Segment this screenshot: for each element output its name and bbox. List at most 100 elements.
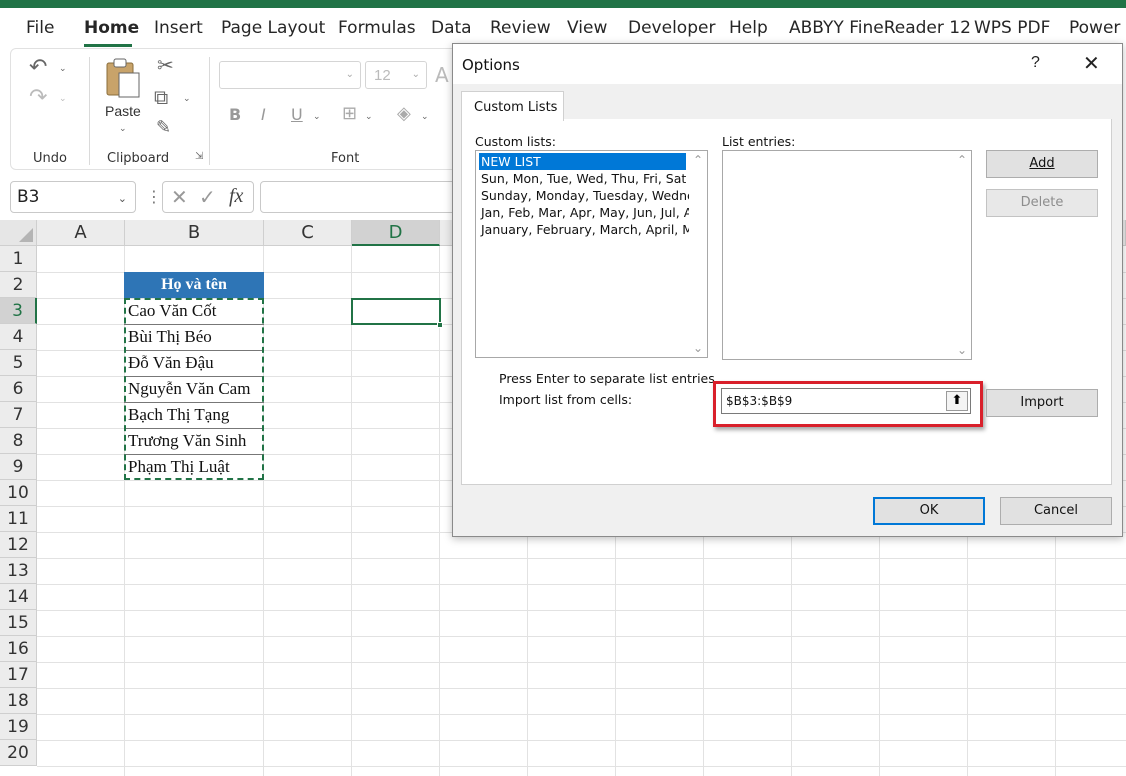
- add-button[interactable]: Add: [986, 150, 1098, 178]
- font-size-box[interactable]: 12 ⌄: [365, 61, 427, 89]
- copy-icon[interactable]: ⧉: [154, 87, 168, 107]
- row-header-4[interactable]: 4: [0, 324, 37, 350]
- list-item-new-list[interactable]: NEW LIST: [479, 153, 686, 170]
- row-header-16[interactable]: 16: [0, 636, 37, 662]
- cancel-button[interactable]: Cancel: [1000, 497, 1112, 525]
- tab-insert[interactable]: Insert: [154, 18, 203, 38]
- help-icon[interactable]: ?: [1031, 54, 1040, 72]
- copy-marquee: [124, 298, 264, 480]
- row-header-1[interactable]: 1: [0, 246, 37, 272]
- tab-custom-lists[interactable]: Custom Lists: [461, 91, 564, 121]
- delete-button[interactable]: Delete: [986, 189, 1098, 217]
- row-header-3[interactable]: 3: [0, 298, 37, 324]
- gridline: [37, 584, 1126, 585]
- tab-developer[interactable]: Developer: [628, 18, 715, 38]
- name-box[interactable]: B3 ⌄: [10, 181, 136, 213]
- ok-button[interactable]: OK: [873, 497, 985, 525]
- bold-button[interactable]: B: [229, 107, 241, 123]
- formula-input[interactable]: [260, 181, 460, 213]
- dialog-title: Options: [462, 56, 520, 74]
- row-header-18[interactable]: 18: [0, 688, 37, 714]
- format-painter-icon[interactable]: ✎: [156, 119, 171, 137]
- tab-data[interactable]: Data: [431, 18, 472, 38]
- chevron-down-icon[interactable]: ⌄: [183, 93, 191, 104]
- tab-abbyy[interactable]: ABBYY FineReader 12: [789, 18, 971, 38]
- chevron-down-icon[interactable]: ⌄: [59, 63, 67, 74]
- list-item[interactable]: Jan, Feb, Mar, Apr, May, Jun, Jul, Au: [479, 204, 700, 221]
- custom-lists-label: Custom lists:: [475, 134, 556, 149]
- custom-lists-listbox[interactable]: NEW LIST Sun, Mon, Tue, Wed, Thu, Fri, S…: [475, 150, 708, 358]
- scroll-up-icon[interactable]: ⌃: [693, 153, 703, 167]
- borders-icon[interactable]: ⊞: [342, 105, 357, 123]
- import-button[interactable]: Import: [986, 389, 1098, 417]
- row-header-5[interactable]: 5: [0, 350, 37, 376]
- row-header-17[interactable]: 17: [0, 662, 37, 688]
- cancel-edit-icon[interactable]: ✕: [171, 185, 188, 210]
- tab-wps-pdf[interactable]: WPS PDF: [974, 18, 1050, 38]
- column-header-d[interactable]: D: [352, 220, 440, 246]
- tab-view[interactable]: View: [567, 18, 607, 38]
- underline-button[interactable]: U: [291, 107, 303, 123]
- chevron-down-icon[interactable]: ⌄: [59, 93, 67, 104]
- tab-power[interactable]: Power P: [1069, 18, 1126, 38]
- confirm-edit-icon[interactable]: ✓: [199, 185, 216, 210]
- scroll-down-icon[interactable]: ⌄: [957, 343, 967, 357]
- gridline: [37, 636, 1126, 637]
- tab-help[interactable]: Help: [729, 18, 768, 38]
- insert-function-button[interactable]: fx: [229, 185, 243, 208]
- scroll-down-icon[interactable]: ⌄: [693, 341, 703, 355]
- tab-file[interactable]: File: [26, 18, 54, 38]
- chevron-down-icon[interactable]: ⌄: [313, 111, 321, 122]
- row-header-11[interactable]: 11: [0, 506, 37, 532]
- grow-font-icon[interactable]: A: [435, 65, 449, 85]
- gridline: [37, 740, 1126, 741]
- scrollbar[interactable]: ⌃ ⌄: [953, 151, 971, 359]
- font-name-box[interactable]: ⌄: [219, 61, 361, 89]
- tab-formulas[interactable]: Formulas: [338, 18, 416, 38]
- list-item[interactable]: Sun, Mon, Tue, Wed, Thu, Fri, Sat: [479, 170, 686, 187]
- row-header-8[interactable]: 8: [0, 428, 37, 454]
- tab-page-layout[interactable]: Page Layout: [221, 18, 325, 38]
- paste-label: Paste: [105, 103, 141, 119]
- chevron-down-icon[interactable]: ⌄: [421, 111, 429, 122]
- list-item[interactable]: Sunday, Monday, Tuesday, Wednes: [479, 187, 701, 204]
- close-icon[interactable]: ✕: [1083, 51, 1100, 76]
- dialog-titlebar[interactable]: Options ? ✕: [453, 44, 1122, 84]
- row-header-15[interactable]: 15: [0, 610, 37, 636]
- dialog-launcher-icon[interactable]: ⇲: [195, 152, 203, 162]
- tab-review[interactable]: Review: [490, 18, 551, 38]
- row-header-2[interactable]: 2: [0, 272, 37, 298]
- column-header-b[interactable]: B: [125, 220, 264, 246]
- row-header-6[interactable]: 6: [0, 376, 37, 402]
- select-all-button[interactable]: [0, 220, 37, 246]
- list-item[interactable]: January, February, March, April, Ma: [479, 221, 701, 238]
- column-header-a[interactable]: A: [37, 220, 125, 246]
- cell-b2-header[interactable]: Họ và tên: [124, 272, 264, 298]
- row-header-12[interactable]: 12: [0, 532, 37, 558]
- list-entries-box[interactable]: ⌃ ⌄: [722, 150, 972, 360]
- row-header-20[interactable]: 20: [0, 740, 37, 766]
- row-header-7[interactable]: 7: [0, 402, 37, 428]
- row-header-9[interactable]: 9: [0, 454, 37, 480]
- undo-icon[interactable]: ↶: [29, 57, 47, 79]
- row-header-19[interactable]: 19: [0, 714, 37, 740]
- row-header-10[interactable]: 10: [0, 480, 37, 506]
- cut-icon[interactable]: ✂: [157, 55, 174, 75]
- active-cell-d3[interactable]: [351, 298, 441, 325]
- row-header-13[interactable]: 13: [0, 558, 37, 584]
- drag-handle-icon[interactable]: ⋮: [146, 187, 162, 207]
- column-header-c[interactable]: C: [264, 220, 352, 246]
- scrollbar[interactable]: ⌃ ⌄: [689, 151, 707, 357]
- italic-button[interactable]: I: [261, 107, 266, 123]
- chevron-down-icon[interactable]: ⌄: [365, 111, 373, 122]
- redo-icon[interactable]: ↷: [29, 87, 47, 109]
- fill-color-icon[interactable]: ◈: [397, 105, 411, 123]
- scroll-up-icon[interactable]: ⌃: [957, 153, 967, 167]
- paste-button[interactable]: Paste ⌄: [101, 55, 147, 137]
- undo-group-label: Undo: [33, 151, 67, 166]
- chevron-down-icon[interactable]: ⌄: [118, 192, 127, 205]
- tab-home[interactable]: Home: [84, 18, 139, 38]
- fill-handle[interactable]: [437, 322, 443, 328]
- highlight-annotation: [713, 381, 983, 427]
- row-header-14[interactable]: 14: [0, 584, 37, 610]
